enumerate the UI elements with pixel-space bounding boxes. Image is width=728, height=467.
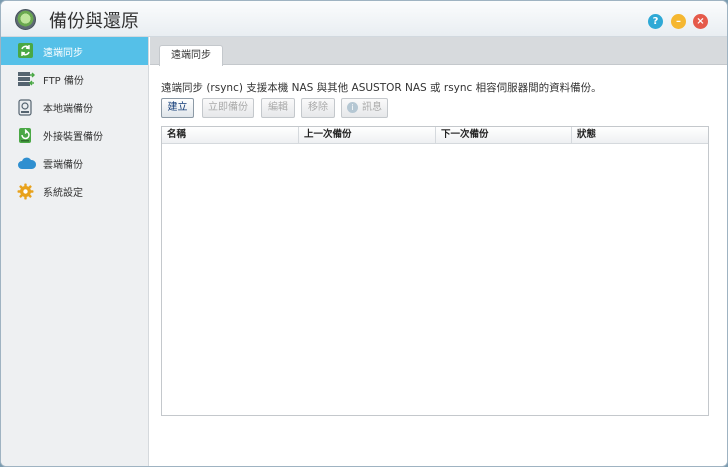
column-header-status[interactable]: 狀態 [572, 127, 708, 144]
info-button-label: 訊息 [362, 102, 382, 113]
minimize-button[interactable]: – [671, 14, 686, 29]
page-description: 遠端同步 (rsync) 支援本機 NAS 與其他 ASUSTOR NAS 或 … [161, 82, 602, 94]
create-button[interactable]: 建立 [161, 98, 194, 118]
ftp-icon [17, 71, 35, 87]
close-button[interactable]: × [693, 14, 708, 29]
sync-icon [17, 42, 35, 58]
app-window: 備份與還原 ? – × 遠端同步 FTP 備份 本地端備份 外接裝置備份 雲端備… [0, 0, 728, 467]
sidebar: 遠端同步 FTP 備份 本地端備份 外接裝置備份 雲端備份 系統設定 [1, 37, 149, 466]
info-icon: i [347, 101, 358, 113]
help-button[interactable]: ? [648, 14, 663, 29]
sidebar-item-label: 系統設定 [43, 187, 83, 199]
edit-button[interactable]: 編輯 [261, 98, 295, 118]
column-header-last-backup[interactable]: 上一次備份 [299, 127, 436, 144]
local-drive-icon [17, 99, 35, 116]
sidebar-item-label: FTP 備份 [43, 75, 84, 87]
external-drive-icon [17, 127, 35, 143]
sidebar-item-label: 外接裝置備份 [43, 131, 103, 143]
main-panel: 遠端同步 遠端同步 (rsync) 支援本機 NAS 與其他 ASUSTOR N… [150, 37, 727, 466]
column-header-name[interactable]: 名稱 [162, 127, 299, 144]
sidebar-item-local-backup[interactable]: 本地端備份 [1, 93, 148, 121]
backup-app-icon [15, 9, 36, 30]
sidebar-item-remote-sync[interactable]: 遠端同步 [1, 37, 148, 65]
sidebar-item-label: 遠端同步 [43, 47, 83, 59]
sidebar-item-label: 雲端備份 [43, 159, 83, 171]
title-bar: 備份與還原 ? – × [1, 1, 727, 37]
info-button[interactable]: i 訊息 [341, 98, 388, 118]
app-title: 備份與還原 [49, 11, 139, 32]
gear-icon [17, 183, 35, 200]
sync-task-table: 名稱 上一次備份 下一次備份 狀態 [161, 126, 709, 416]
column-header-next-backup[interactable]: 下一次備份 [436, 127, 572, 144]
tab-remote-sync[interactable]: 遠端同步 [159, 45, 223, 66]
sidebar-item-external-backup[interactable]: 外接裝置備份 [1, 121, 148, 149]
sidebar-item-cloud-backup[interactable]: 雲端備份 [1, 149, 148, 177]
remove-button[interactable]: 移除 [301, 98, 335, 118]
backup-now-button[interactable]: 立即備份 [202, 98, 254, 118]
cloud-icon [17, 156, 37, 172]
sidebar-item-label: 本地端備份 [43, 103, 93, 115]
sidebar-item-ftp-backup[interactable]: FTP 備份 [1, 65, 148, 93]
sidebar-item-system-settings[interactable]: 系統設定 [1, 177, 148, 205]
table-header: 名稱 上一次備份 下一次備份 狀態 [162, 127, 708, 144]
tab-strip: 遠端同步 [150, 37, 727, 66]
